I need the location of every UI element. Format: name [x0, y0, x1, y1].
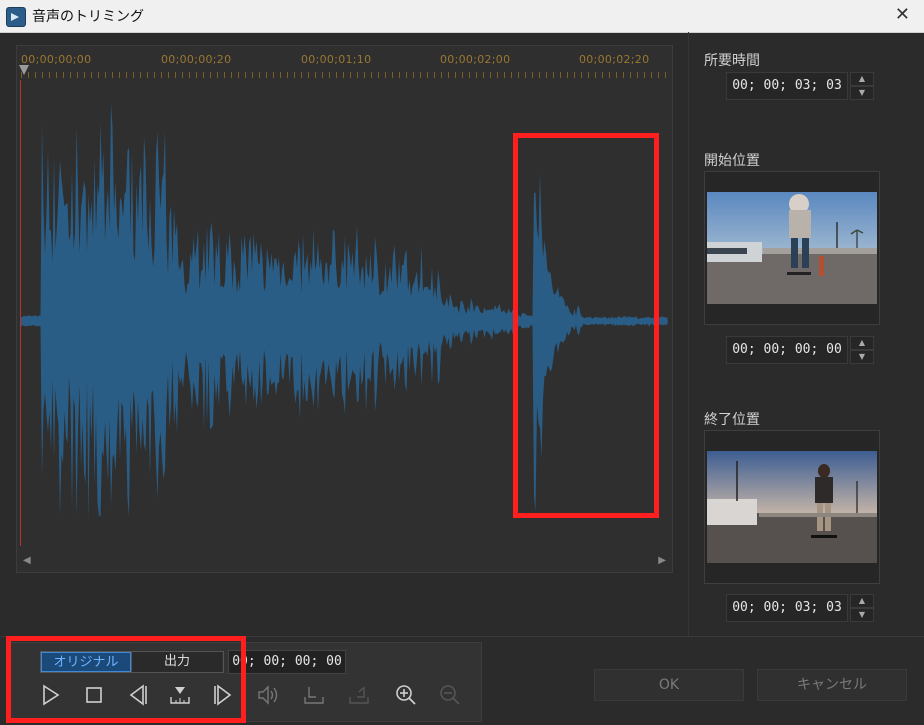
start-position-value[interactable]: 00; 00; 00; 00 — [726, 336, 848, 364]
duration-field[interactable]: 00; 00; 03; 03 ▲ ▼ — [726, 72, 874, 100]
audio-waveform — [21, 103, 668, 521]
window-title: 音声のトリミング — [32, 9, 144, 25]
panel-divider — [688, 32, 689, 637]
set-position-icon[interactable] — [168, 683, 192, 707]
ruler-ticks — [21, 72, 668, 78]
end-down-icon[interactable]: ▼ — [850, 608, 874, 622]
end-position-field[interactable]: 00; 00; 03; 03 ▲ ▼ — [726, 594, 874, 622]
start-position-field[interactable]: 00; 00; 00; 00 ▲ ▼ — [726, 336, 874, 364]
start-up-icon[interactable]: ▲ — [850, 336, 874, 350]
ruler-timecode: 00;00;02;20 — [579, 53, 650, 66]
end-up-icon[interactable]: ▲ — [850, 594, 874, 608]
bottom-separator — [0, 636, 924, 637]
ruler-timecode: 00;00;00;00 — [21, 53, 92, 66]
start-thumbnail — [704, 171, 880, 325]
timeline-ruler[interactable]: 00;00;00;00 00;00;00;20 00;00;01;10 00;0… — [17, 46, 672, 80]
end-frame-image — [707, 451, 877, 563]
next-frame-icon[interactable] — [212, 683, 236, 707]
duration-value[interactable]: 00; 00; 03; 03 — [726, 72, 848, 100]
mark-out-icon[interactable] — [347, 683, 371, 707]
scroll-right-icon[interactable]: ▶ — [658, 555, 666, 566]
duration-label: 所要時間 — [704, 53, 760, 69]
volume-icon[interactable] — [256, 683, 280, 707]
start-down-icon[interactable]: ▼ — [850, 350, 874, 364]
close-icon[interactable]: ✕ — [895, 4, 910, 25]
scroll-left-icon[interactable]: ◀ — [23, 555, 31, 566]
end-position-label: 終了位置 — [704, 412, 760, 428]
app-icon — [6, 7, 26, 27]
start-position-label: 開始位置 — [704, 153, 760, 169]
current-timecode[interactable]: 00; 00; 00; 00 — [228, 650, 346, 674]
zoom-in-icon[interactable] — [394, 683, 418, 707]
cancel-button[interactable]: キャンセル — [757, 669, 907, 701]
end-thumbnail — [704, 430, 880, 584]
start-frame-image — [707, 192, 877, 304]
title-bar: 音声のトリミング ✕ — [0, 0, 924, 33]
play-icon[interactable] — [38, 683, 62, 707]
zoom-out-icon[interactable] — [438, 683, 462, 707]
duration-up-icon[interactable]: ▲ — [850, 72, 874, 86]
waveform-panel[interactable]: 00;00;00;00 00;00;00;20 00;00;01;10 00;0… — [16, 45, 673, 573]
end-position-value[interactable]: 00; 00; 03; 03 — [726, 594, 848, 622]
stop-icon[interactable] — [82, 683, 106, 707]
toggle-original[interactable]: オリジナル — [41, 652, 131, 672]
ruler-timecode: 00;00;00;20 — [161, 53, 232, 66]
ok-button[interactable]: OK — [594, 669, 744, 701]
duration-down-icon[interactable]: ▼ — [850, 86, 874, 100]
toggle-output[interactable]: 出力 — [131, 652, 222, 672]
source-toggle[interactable]: オリジナル 出力 — [40, 651, 224, 673]
mark-in-icon[interactable] — [302, 683, 326, 707]
playhead-handle[interactable] — [19, 65, 29, 75]
previous-frame-icon[interactable] — [125, 683, 149, 707]
ruler-timecode: 00;00;02;00 — [440, 53, 511, 66]
ruler-timecode: 00;00;01;10 — [301, 53, 372, 66]
